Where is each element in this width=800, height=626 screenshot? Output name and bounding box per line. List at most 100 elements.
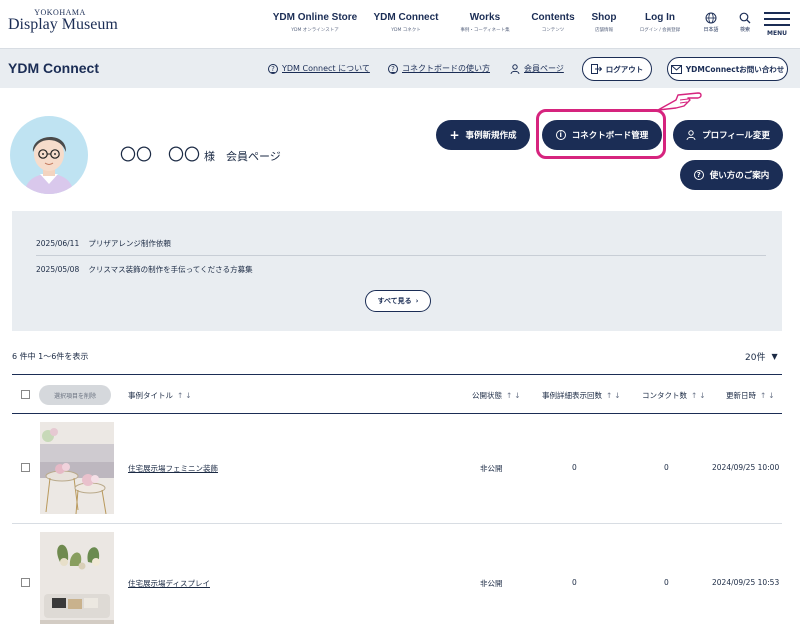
member-page-link[interactable]: 会員ページ [510,63,564,74]
contact-button[interactable]: YDMConnectお問い合わせ [667,57,788,81]
case-contacts: 0 [664,463,669,472]
chevron-down-icon: ▼ [771,352,778,361]
pointing-hand-icon [657,92,702,111]
sort-arrows-icon[interactable]: ↑↓ [506,391,523,400]
case-status: 非公開 [480,464,503,473]
contact-label: YDMConnectお問い合わせ [685,64,785,74]
notice-text: プリザアレンジ制作依頼 [88,239,171,248]
notice-list: 2025/06/11 プリザアレンジ制作依頼 2025/05/08 クリスマス装… [12,211,782,331]
nav-sublabel: コンテンツ [541,28,565,33]
site-logo[interactable]: YOKOHAMA Display Museum [8,8,118,34]
top-navigation: YOKOHAMA Display Museum YDM Online Store… [0,0,800,48]
see-all-button[interactable]: すべて見る › [365,290,431,312]
notice-text: クリスマス装飾の制作を手伝ってくださる方募集 [88,265,253,274]
mail-icon [670,64,682,74]
member-page-suffix: 様 会員ページ [204,150,281,163]
table-row: 住宅展示場ディスプレイ 非公開 0 0 2024/09/25 10:53 [12,524,782,626]
notice-item[interactable]: 2025/05/08 クリスマス装飾の制作を手伝ってくださる方募集 [36,264,766,275]
user-icon [510,63,520,74]
notice-date: 2025/05/08 [36,265,80,274]
new-case-label: 事例新規作成 [465,131,517,141]
delete-selected-button[interactable]: 選択項目を削除 [39,385,111,405]
column-title-label: 事例タイトル [128,391,173,400]
table-row: 住宅展示場フェミニン装飾 非公開 0 0 2024/09/25 10:00 [12,414,782,524]
logout-label: ログアウト [605,64,644,74]
column-updated[interactable]: 更新日時 ↑↓ [726,390,777,401]
case-thumbnail[interactable] [40,422,114,514]
nav-sublabel: 店舗情報 [595,28,613,33]
notice-date: 2025/06/11 [36,239,80,248]
sort-arrows-icon[interactable]: ↑↓ [691,391,708,400]
about-link-label: YDM Connect について [282,64,370,73]
guide-label: 使い方のご案内 [709,171,770,181]
question-icon: ? [693,170,704,180]
column-contacts[interactable]: コンタクト数 ↑↓ [642,390,708,401]
guide-button[interactable]: ? 使い方のご案内 [680,160,783,190]
nav-sublabel: 事例・コーディネート集 [460,28,510,33]
logo-main-text: Display Museum [8,16,118,33]
menu-button[interactable]: MENU [764,12,790,37]
column-views[interactable]: 事例詳細表示回数 ↑↓ [542,390,623,401]
nav-label: YDM Connect [373,12,439,23]
connect-subheader: YDM Connect ? YDM Connect について ? コネクトボード… [0,48,800,88]
nav-login[interactable]: Log In ログイン / 会員登録 [632,12,688,33]
nav-works[interactable]: Works 事例・コーディネート集 [454,12,516,33]
howto-link[interactable]: ? コネクトボードの使い方 [388,63,490,74]
case-views: 0 [572,463,577,472]
sort-arrows-icon[interactable]: ↑↓ [760,391,777,400]
nav-label: YDM Online Store [272,12,358,23]
row-checkbox[interactable] [21,578,30,587]
notice-item[interactable]: 2025/06/11 プリザアレンジ制作依頼 [36,238,766,249]
case-updated: 2024/09/25 10:00 [712,463,780,472]
language-button[interactable]: 日本語 [700,12,722,33]
nav-contents[interactable]: Contents コンテンツ [528,12,578,33]
column-status-label: 公開状態 [472,391,502,400]
sort-arrows-icon[interactable]: ↑↓ [177,391,194,400]
column-contacts-label: コンタクト数 [642,391,687,400]
case-photo-image [40,532,114,624]
nav-online-store[interactable]: YDM Online Store YDM オンラインストア [272,12,358,33]
column-status[interactable]: 公開状態 ↑↓ [472,390,523,401]
about-link[interactable]: ? YDM Connect について [268,63,370,74]
avatar [10,116,88,194]
chevron-right-icon: › [415,297,419,305]
new-case-button[interactable]: + 事例新規作成 [436,120,530,150]
nav-shop[interactable]: Shop 店舗情報 [588,12,620,33]
nav-sublabel: YDM コネクト [391,28,421,33]
per-page-value: 20件 [745,353,766,363]
delete-selected-label: 選択項目を削除 [53,392,96,400]
globe-icon [705,12,717,24]
howto-link-label: コネクトボードの使い方 [402,64,490,73]
user-icon [686,130,696,140]
member-name: 〇〇 〇〇様 会員ページ [120,141,281,165]
case-thumbnail[interactable] [40,532,114,624]
profile-edit-button[interactable]: プロフィール変更 [673,120,783,150]
case-updated: 2024/09/25 10:53 [712,578,780,587]
row-checkbox[interactable] [21,463,30,472]
member-page-label: 会員ページ [524,64,564,73]
case-title-link[interactable]: 住宅展示場ディスプレイ [128,578,210,589]
select-all-checkbox[interactable] [21,390,30,399]
per-page-select[interactable]: 20件 ▼ [745,350,778,363]
table-header: 選択項目を削除 事例タイトル ↑↓ 公開状態 ↑↓ 事例詳細表示回数 ↑↓ コンタクト… [12,374,782,414]
case-status: 非公開 [480,579,503,588]
question-icon: ? [268,63,278,74]
column-views-label: 事例詳細表示回数 [542,391,602,400]
sort-arrows-icon[interactable]: ↑↓ [606,391,623,400]
logout-button[interactable]: ログアウト [582,57,652,81]
case-photo-image [40,422,114,514]
see-all-label: すべて見る [377,297,412,305]
section-title: YDM Connect [8,60,99,76]
nav-label: Shop [591,12,617,23]
search-button[interactable]: 検索 [735,12,755,33]
nav-sublabel: YDM オンラインストア [291,28,339,33]
language-label: 日本語 [703,27,719,33]
highlight-frame [536,109,666,159]
case-title-link[interactable]: 住宅展示場フェミニン装飾 [128,463,218,474]
nav-ydm-connect[interactable]: YDM Connect YDM コネクト [370,12,442,33]
column-title[interactable]: 事例タイトル ↑↓ [128,390,194,401]
search-icon [739,12,751,24]
nav-sublabel: ログイン / 会員登録 [639,28,681,33]
hamburger-icon-bar [764,24,790,26]
plus-icon: + [449,128,460,142]
